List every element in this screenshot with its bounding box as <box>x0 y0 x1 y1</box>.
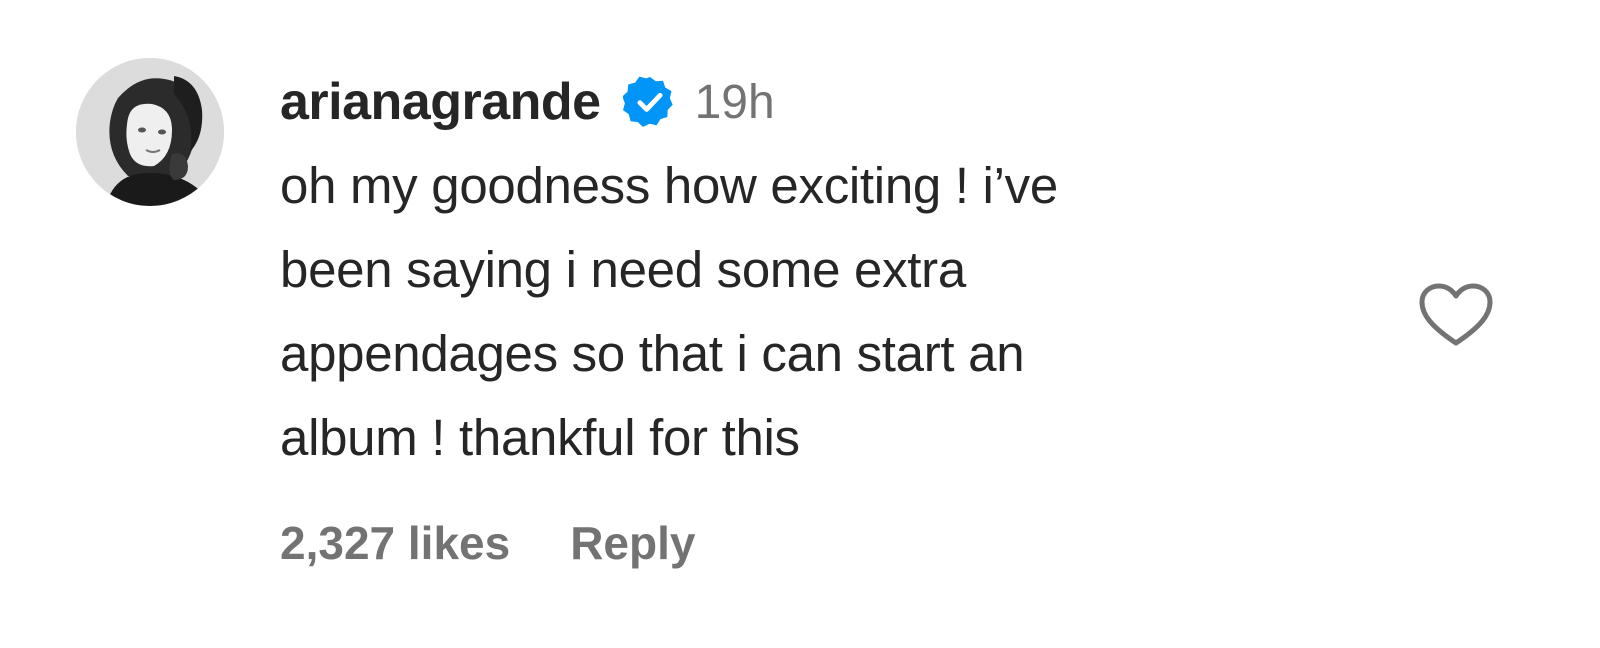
comment-timestamp: 19h <box>694 75 775 129</box>
like-button[interactable] <box>1418 282 1494 348</box>
comment: arianagrande 19h oh my goodness how exci… <box>0 0 1600 648</box>
avatar-image <box>76 58 224 206</box>
comment-actions: 2,327 likes Reply <box>280 516 695 570</box>
comment-header: arianagrande 19h <box>280 66 1370 138</box>
likes-count[interactable]: 2,327 likes <box>280 516 510 570</box>
reply-button[interactable]: Reply <box>570 516 695 570</box>
username-link[interactable]: arianagrande <box>280 72 601 132</box>
comment-body: arianagrande 19h oh my goodness how exci… <box>280 66 1370 480</box>
heart-outline-icon <box>1419 283 1493 346</box>
avatar[interactable] <box>76 58 224 206</box>
comment-text: oh my goodness how exciting ! i’ve been … <box>280 157 1058 466</box>
verified-badge-icon <box>621 75 677 129</box>
